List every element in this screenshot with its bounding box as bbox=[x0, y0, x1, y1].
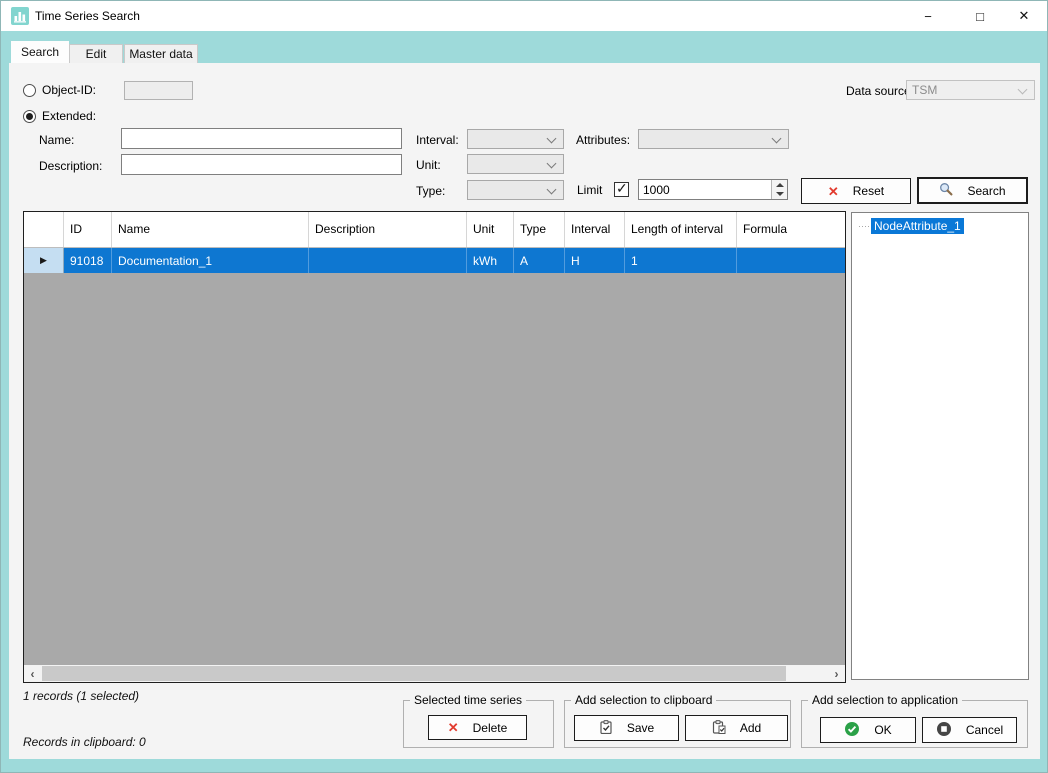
records-status: 1 records (1 selected) bbox=[23, 689, 139, 703]
checkmark-icon: ✓ bbox=[616, 180, 628, 197]
cell-formula bbox=[737, 248, 845, 273]
window-title: Time Series Search bbox=[35, 1, 140, 31]
object-id-input[interactable] bbox=[124, 81, 193, 100]
name-label: Name: bbox=[39, 133, 74, 147]
cell-unit: kWh bbox=[467, 248, 514, 273]
cell-description bbox=[309, 248, 467, 273]
group-add-to-clipboard: Add selection to clipboard Save bbox=[564, 700, 791, 748]
description-label: Description: bbox=[39, 159, 102, 173]
limit-spinner bbox=[638, 179, 788, 200]
unit-dropdown[interactable] bbox=[467, 154, 564, 174]
spin-up-icon[interactable] bbox=[776, 183, 784, 187]
grid-header-interval[interactable]: Interval bbox=[565, 212, 625, 247]
clipboard-check-icon bbox=[599, 720, 613, 737]
app-bar-chart-icon bbox=[11, 7, 29, 25]
close-button[interactable]: ✕ bbox=[1002, 1, 1046, 31]
chevron-down-icon bbox=[772, 134, 782, 144]
row-marker-icon: ▶ bbox=[24, 248, 64, 273]
tab-search[interactable]: Search bbox=[11, 41, 69, 63]
red-x-icon: ✕ bbox=[448, 721, 459, 734]
add-button[interactable]: Add bbox=[685, 715, 788, 741]
tree-item-nodeattribute[interactable]: ···· NodeAttribute_1 bbox=[854, 218, 1026, 234]
extended-radio[interactable] bbox=[23, 110, 36, 123]
data-source-label: Data source: bbox=[846, 84, 914, 98]
search-tab-page: Object-ID: Extended: Name: Description: … bbox=[9, 63, 1040, 759]
attribute-tree-panel: ···· NodeAttribute_1 bbox=[851, 212, 1029, 680]
chevron-down-icon bbox=[1018, 85, 1028, 95]
grid-header-id[interactable]: ID bbox=[64, 212, 112, 247]
tab-master-data[interactable]: Master data bbox=[124, 44, 198, 63]
horizontal-scrollbar[interactable]: ‹ › bbox=[24, 665, 845, 682]
grid-header-selector[interactable] bbox=[24, 212, 64, 247]
magnifier-icon bbox=[939, 182, 953, 199]
tab-edit[interactable]: Edit bbox=[69, 44, 123, 63]
attributes-label: Attributes: bbox=[576, 133, 630, 147]
chevron-down-icon bbox=[547, 134, 557, 144]
table-row[interactable]: ▶ 91018 Documentation_1 kWh A H 1 bbox=[24, 248, 845, 273]
save-button[interactable]: Save bbox=[574, 715, 679, 741]
cell-name: Documentation_1 bbox=[112, 248, 309, 273]
scrollbar-thumb[interactable] bbox=[42, 666, 786, 681]
interval-dropdown[interactable] bbox=[467, 129, 564, 149]
grid-header-length-of-interval[interactable]: Length of interval bbox=[625, 212, 737, 247]
scroll-right-icon[interactable]: › bbox=[828, 665, 845, 682]
search-button[interactable]: Search bbox=[917, 177, 1028, 204]
object-id-radio[interactable] bbox=[23, 84, 36, 97]
interval-label: Interval: bbox=[416, 133, 459, 147]
clipboard-status: Records in clipboard: 0 bbox=[23, 735, 146, 749]
description-input[interactable] bbox=[121, 154, 402, 175]
cell-id: 91018 bbox=[64, 248, 112, 273]
chevron-down-icon bbox=[547, 185, 557, 195]
type-dropdown[interactable] bbox=[467, 180, 564, 200]
grid-header-name[interactable]: Name bbox=[112, 212, 309, 247]
reset-button[interactable]: ✕ Reset bbox=[801, 178, 911, 204]
clipboard-add-icon bbox=[712, 720, 726, 737]
limit-label: Limit bbox=[577, 183, 602, 197]
grid-header-unit[interactable]: Unit bbox=[467, 212, 514, 247]
minimize-button[interactable]: − bbox=[906, 1, 950, 31]
title-bar: Time Series Search − □ ✕ bbox=[1, 1, 1047, 31]
radio-dot-icon bbox=[26, 113, 33, 120]
grid-header-description[interactable]: Description bbox=[309, 212, 467, 247]
type-label: Type: bbox=[416, 184, 445, 198]
scroll-left-icon[interactable]: ‹ bbox=[24, 665, 41, 682]
cell-length-of-interval: 1 bbox=[625, 248, 737, 273]
cancel-button[interactable]: Cancel bbox=[922, 717, 1017, 743]
green-check-circle-icon bbox=[844, 721, 860, 740]
tree-line-icon: ···· bbox=[858, 221, 870, 231]
extended-label: Extended: bbox=[42, 109, 96, 123]
maximize-button[interactable]: □ bbox=[958, 1, 1002, 31]
cell-interval: H bbox=[565, 248, 625, 273]
grid-empty-area bbox=[24, 273, 845, 665]
app-window: Time Series Search − □ ✕ Search Edit Mas… bbox=[0, 0, 1048, 773]
group-add-to-application: Add selection to application OK bbox=[801, 700, 1028, 748]
results-grid: ID Name Description Unit Type Interval L… bbox=[23, 211, 846, 683]
grid-header-row: ID Name Description Unit Type Interval L… bbox=[24, 212, 845, 248]
object-id-label: Object-ID: bbox=[42, 83, 96, 97]
spinner-arrows bbox=[771, 180, 787, 199]
cell-type: A bbox=[514, 248, 565, 273]
limit-checkbox[interactable]: ✓ bbox=[614, 182, 629, 197]
grid-header-type[interactable]: Type bbox=[514, 212, 565, 247]
stop-circle-icon bbox=[936, 721, 952, 740]
limit-value-input[interactable] bbox=[639, 180, 769, 199]
spin-down-icon[interactable] bbox=[776, 192, 784, 196]
delete-button[interactable]: ✕ Delete bbox=[428, 715, 527, 740]
group-selected-time-series: Selected time series ✕ Delete bbox=[403, 700, 554, 748]
chevron-down-icon bbox=[547, 159, 557, 169]
unit-label: Unit: bbox=[416, 158, 441, 172]
ok-button[interactable]: OK bbox=[820, 717, 916, 743]
red-x-icon: ✕ bbox=[828, 185, 839, 198]
data-source-dropdown[interactable]: TSM bbox=[906, 80, 1035, 100]
grid-header-formula[interactable]: Formula bbox=[737, 212, 845, 247]
attributes-dropdown[interactable] bbox=[638, 129, 789, 149]
name-input[interactable] bbox=[121, 128, 402, 149]
